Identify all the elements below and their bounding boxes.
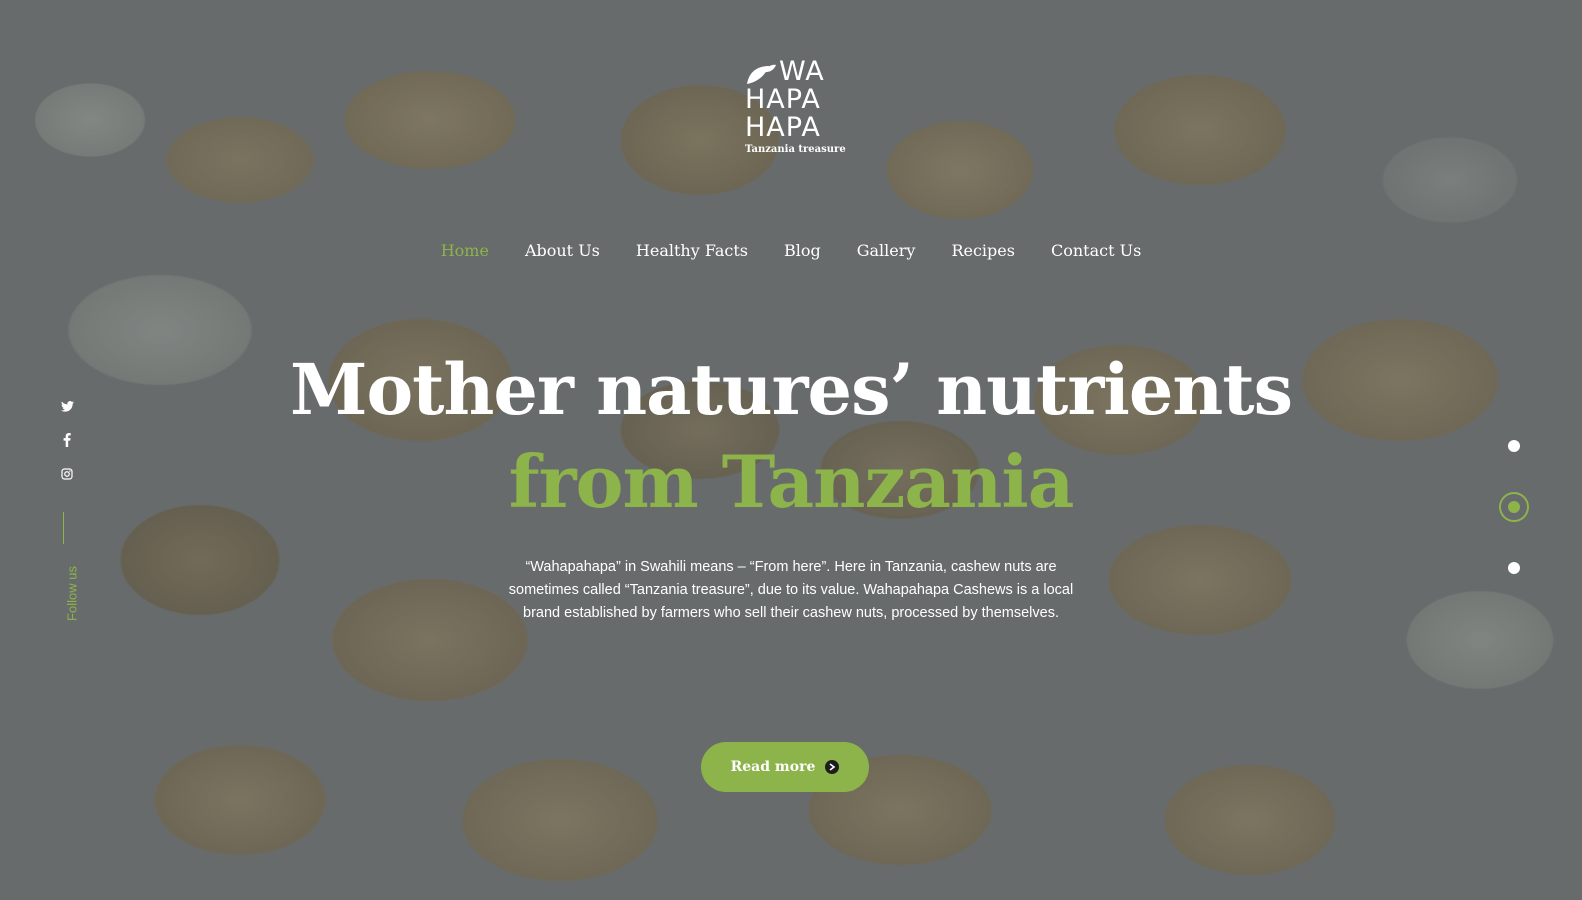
read-more-button[interactable]: Read more <box>701 742 869 792</box>
follow-us-label: Follow us <box>64 566 80 621</box>
instagram-icon[interactable] <box>59 466 75 482</box>
nav-item-gallery[interactable]: Gallery <box>857 240 916 262</box>
nav-item-recipes[interactable]: Recipes <box>951 240 1015 262</box>
slider-dot-2-active[interactable] <box>1499 492 1529 522</box>
hero-title-line-2: from Tanzania <box>508 439 1075 524</box>
logo-word-3: HAPA <box>745 112 821 143</box>
hero-description: “Wahapahapa” in Swahili means – “From he… <box>508 559 1074 621</box>
social-divider-line <box>63 512 64 544</box>
active-dot-indicator <box>1508 501 1520 513</box>
logo-word-2: HAPA <box>745 84 821 115</box>
facebook-icon[interactable] <box>59 432 75 448</box>
slider-dot-3[interactable] <box>1508 562 1520 574</box>
arrow-right-circle-icon <box>825 760 840 774</box>
leaf-logo-icon <box>747 64 776 84</box>
site-logo[interactable]: WA HAPA HAPA Tanzania treasure <box>745 58 846 156</box>
nav-item-about-us[interactable]: About Us <box>525 240 600 262</box>
slider-dot-1[interactable] <box>1508 440 1520 452</box>
nav-item-blog[interactable]: Blog <box>784 240 821 262</box>
logo-tagline: Tanzania treasure <box>745 144 846 155</box>
nav-item-home[interactable]: Home <box>441 240 489 262</box>
social-links <box>57 398 77 482</box>
main-navigation: Home About Us Healthy Facts Blog Gallery… <box>0 240 1582 262</box>
read-more-label: Read more <box>730 759 816 775</box>
twitter-icon[interactable] <box>59 398 75 414</box>
hero-title-line-1: Mother natures’ nutrients <box>290 348 1293 431</box>
nav-item-contact-us[interactable]: Contact Us <box>1051 240 1141 262</box>
nav-item-healthy-facts[interactable]: Healthy Facts <box>636 240 748 262</box>
